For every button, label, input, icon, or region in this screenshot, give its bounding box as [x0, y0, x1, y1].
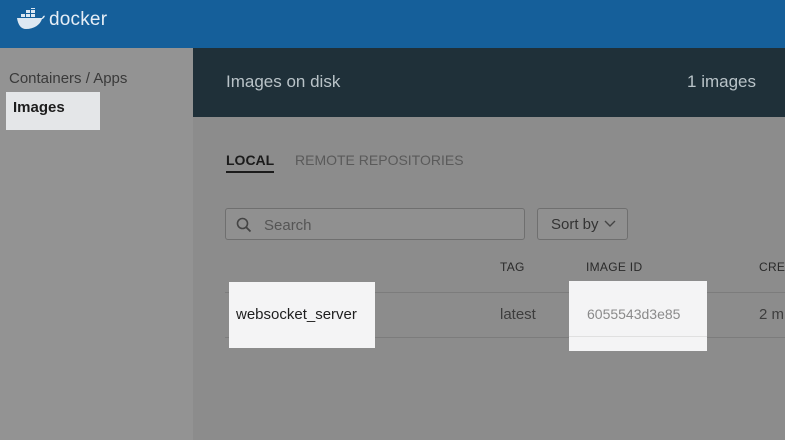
docker-logo: docker: [16, 8, 107, 32]
sort-by-dropdown[interactable]: Sort by: [537, 208, 628, 240]
search-icon: [236, 217, 252, 233]
search-input[interactable]: [262, 215, 516, 235]
sidebar-item-label: Images: [13, 99, 65, 116]
image-created: 2 mi: [759, 306, 785, 323]
image-tag: latest: [500, 306, 536, 323]
logo-text: docker: [49, 9, 108, 30]
tab-local[interactable]: LOCAL: [226, 152, 275, 173]
sort-by-label: Sort by: [551, 216, 599, 233]
column-header-tag[interactable]: TAG: [500, 260, 525, 274]
main-panel: Images on disk 1 images LOCAL REMOTE REP…: [193, 48, 785, 440]
image-id: 6055543d3e85: [587, 306, 681, 322]
top-bar: docker: [0, 0, 785, 48]
tab-remote-repositories[interactable]: REMOTE REPOSITORIES: [295, 152, 464, 168]
cell-divider: [569, 336, 707, 337]
chevron-down-icon: [604, 220, 616, 227]
sidebar-item-containers[interactable]: Containers / Apps: [9, 70, 127, 87]
sidebar: Containers / Apps Images: [0, 48, 193, 440]
column-header-image-id[interactable]: IMAGE ID: [586, 260, 642, 274]
docker-whale-icon: [17, 8, 45, 29]
page-header: Images on disk 1 images: [193, 48, 785, 117]
search-box[interactable]: [225, 208, 525, 240]
page-title: Images on disk: [226, 72, 341, 91]
image-name[interactable]: websocket_server: [229, 282, 375, 348]
image-id-cell[interactable]: 6055543d3e85: [569, 281, 707, 351]
sidebar-item-images[interactable]: Images: [6, 92, 100, 130]
column-header-created[interactable]: CREA: [759, 260, 785, 274]
image-count: 1 images: [687, 72, 756, 91]
